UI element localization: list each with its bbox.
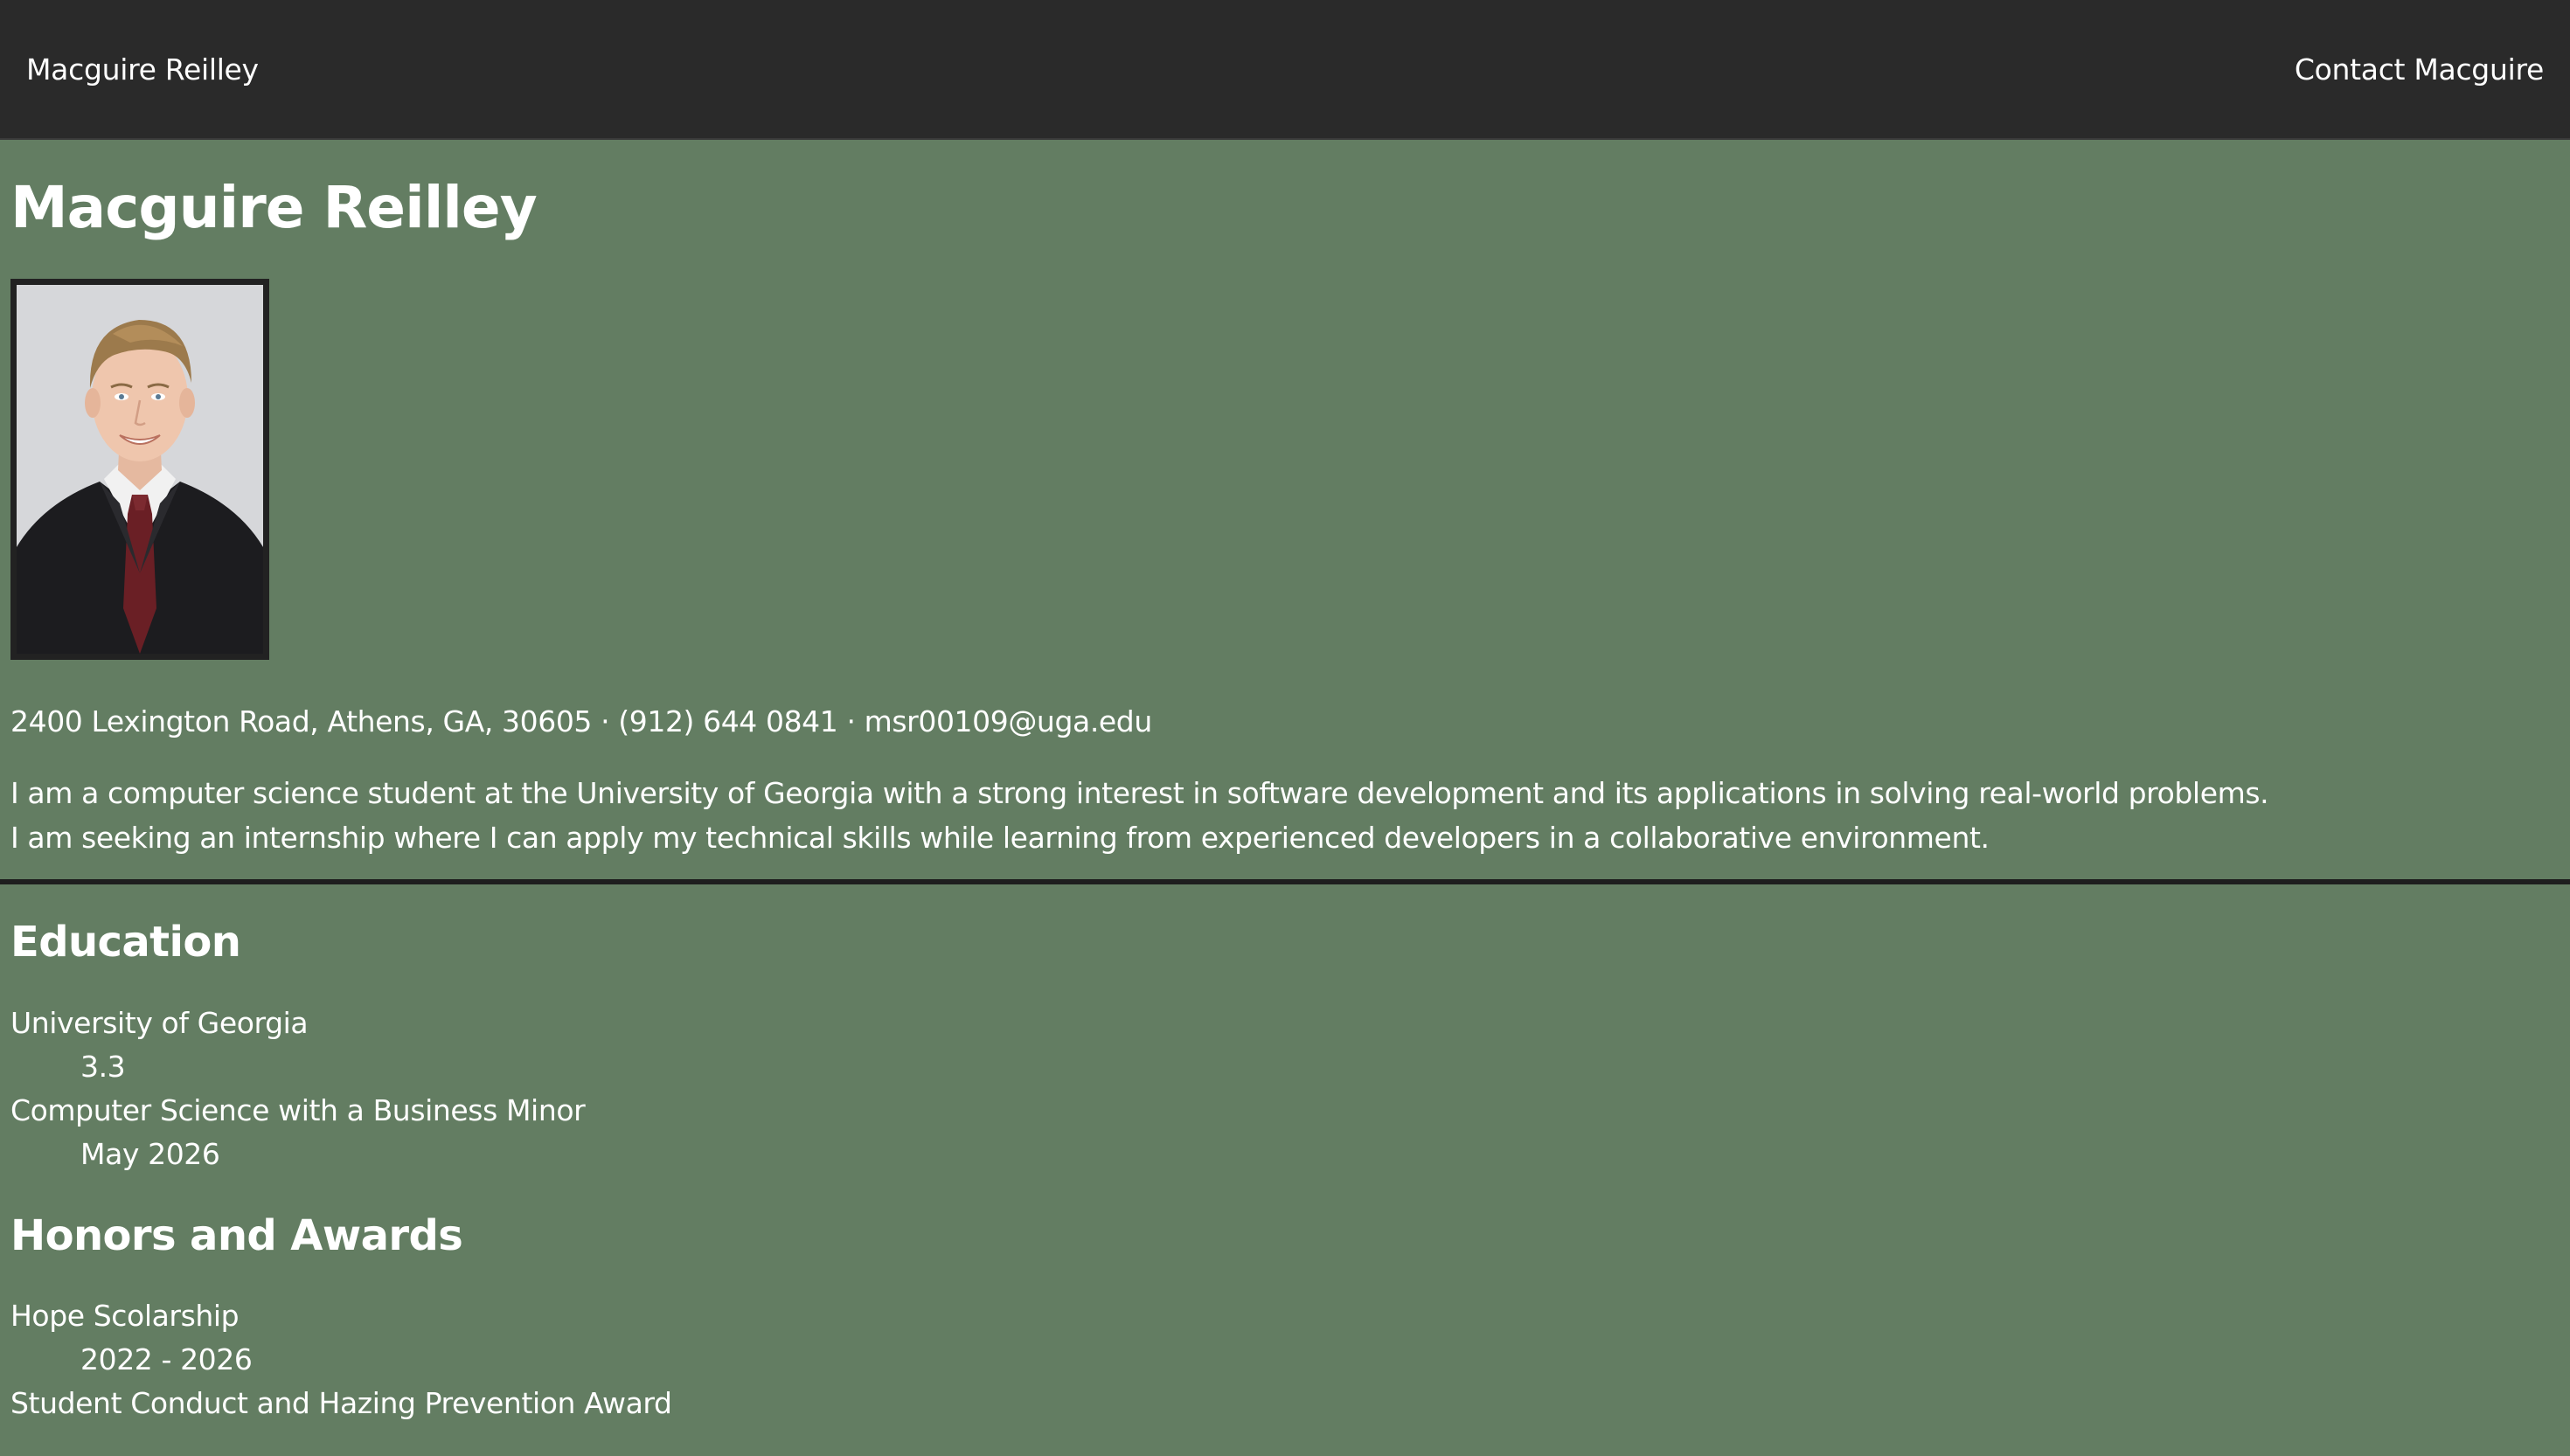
education-list: University of Georgia 3.3 Computer Scien… (10, 1002, 2560, 1176)
summary-paragraph: I am a computer science student at the U… (10, 771, 2560, 860)
contact-link[interactable]: Contact Macguire (2295, 52, 2544, 87)
page-title: Macguire Reilley (10, 174, 538, 241)
summary-line: I am seeking an internship where I can a… (10, 821, 1990, 856)
contact-info: 2400 Lexington Road, Athens, GA, 30605 ·… (10, 704, 1152, 739)
profile-photo (10, 279, 269, 661)
nav-brand-link[interactable]: Macguire Reilley (26, 52, 259, 87)
honor-item: Hope Scolarship (10, 1299, 240, 1334)
education-school: University of Georgia (10, 1005, 309, 1040)
headshot-image (17, 285, 263, 655)
education-section: Education University of Georgia 3.3 Comp… (0, 891, 2570, 1425)
main-content: Macguire Reilley 2400 Lexington Road, At… (0, 140, 2570, 860)
honor-item: Student Conduct and Hazing Prevention Aw… (10, 1386, 672, 1421)
honor-item-dates: 2022 - 2026 (80, 1342, 253, 1377)
education-degree: Computer Science with a Business Minor (10, 1092, 586, 1127)
education-graduation-date: May 2026 (80, 1136, 220, 1171)
top-navbar: Macguire Reilley Contact Macguire (0, 0, 2570, 140)
honors-heading: Honors and Awards (10, 1210, 463, 1260)
honors-list: Hope Scolarship 2022 - 2026 Student Cond… (10, 1294, 2560, 1425)
summary-line: I am a computer science student at the U… (10, 776, 2269, 811)
section-divider (0, 879, 2570, 885)
education-heading: Education (10, 918, 241, 967)
education-gpa: 3.3 (80, 1049, 126, 1084)
